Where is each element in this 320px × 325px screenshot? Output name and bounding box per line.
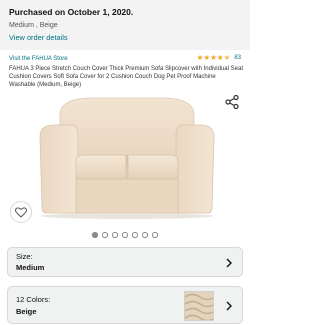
pagination-dot[interactable] — [132, 232, 138, 238]
color-swatch-thumbnail — [184, 291, 214, 321]
size-label: Size: — [16, 252, 33, 261]
purchased-variant: Medium , Beige — [9, 22, 58, 29]
star-rating: ★ ★ ★ ★ ★ — [197, 54, 231, 62]
pagination-dot[interactable] — [112, 232, 118, 238]
store-rating-row: Visit the FAHUA Store ★ ★ ★ ★ ★ 83 — [9, 54, 245, 65]
share-icon[interactable] — [224, 94, 240, 110]
product-image — [39, 97, 215, 219]
half-star-icon: ★ — [223, 53, 231, 62]
rating-count[interactable]: 83 — [234, 54, 241, 62]
rating-summary[interactable]: ★ ★ ★ ★ ★ 83 — [197, 54, 241, 62]
fabric-texture-image — [185, 292, 213, 320]
chevron-right-icon — [226, 258, 232, 268]
product-title: FAHUA 3 Piece Stretch Couch Cover Thick … — [9, 66, 243, 89]
pagination-dot-active[interactable] — [92, 232, 98, 238]
color-count-label: 12 Colors: — [16, 295, 51, 304]
color-value: Beige — [16, 307, 37, 316]
star-icon: ★ — [216, 53, 224, 62]
size-selector[interactable]: Size: Medium — [7, 247, 243, 277]
wishlist-button[interactable] — [10, 201, 32, 223]
order-summary-header: Purchased on October 1, 2020. Medium , B… — [0, 0, 250, 50]
store-link[interactable]: Visit the FAHUA Store — [9, 55, 68, 63]
purchase-date: Purchased on October 1, 2020. — [9, 7, 134, 17]
star-icon: ★ — [196, 53, 204, 62]
pagination-dot[interactable] — [122, 232, 128, 238]
heart-icon — [15, 206, 27, 218]
pagination-dot[interactable] — [142, 232, 148, 238]
pagination-dot[interactable] — [102, 232, 108, 238]
size-value: Medium — [16, 263, 45, 272]
product-image-carousel[interactable] — [0, 92, 250, 224]
pagination-dot[interactable] — [152, 232, 158, 238]
chevron-right-icon — [226, 301, 232, 311]
view-order-details-link[interactable]: View order details — [9, 33, 241, 43]
image-pagination-dots — [0, 232, 250, 240]
star-icon: ★ — [210, 53, 217, 62]
color-selector[interactable]: 12 Colors: Beige — [7, 286, 243, 324]
star-icon: ★ — [203, 53, 211, 62]
